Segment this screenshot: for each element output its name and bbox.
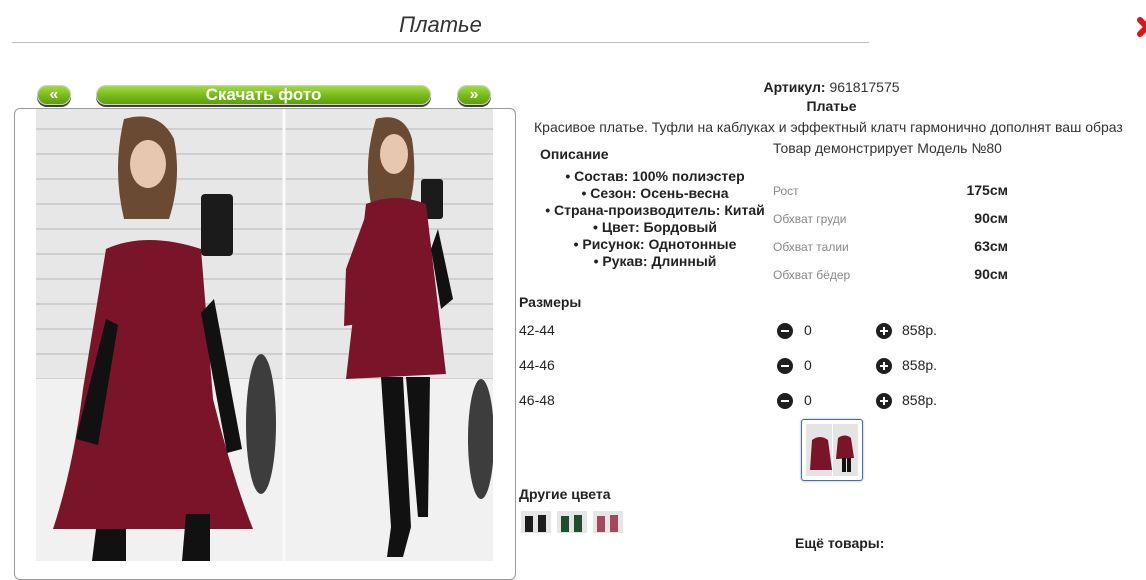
model-param-row: Обхват талии 63см [773,238,1008,258]
size-row: 44-46 0 858р. [519,357,949,377]
product-description: Красивое платье. Туфли на каблуках и эфф… [534,119,1123,135]
plus-icon[interactable] [876,393,892,409]
more-products-heading: Ещё товары: [795,535,885,551]
attribute-item: Цвет: Бордовый [520,219,790,236]
size-label: 44-46 [519,357,555,373]
product-photo-frame [14,108,516,580]
attribute-item: Страна-производитель: Китай [520,202,790,219]
color-swatch-green[interactable] [557,511,587,533]
page-title: Платье [399,12,482,37]
model-param-row: Рост 175см [773,182,1008,202]
attribute-item: Сезон: Осень-весна [520,185,790,202]
size-row: 42-44 0 858р. [519,322,949,342]
minus-icon[interactable] [777,393,793,409]
product-photo[interactable] [36,109,493,561]
model-param-row: Обхват бёдер 90см [773,266,1008,286]
size-price: 858р. [902,322,938,338]
attribute-list: Состав: 100% полиэстер Сезон: Осень-весн… [520,168,790,270]
size-price: 858р. [902,392,938,408]
close-icon[interactable] [1134,14,1146,44]
model-param-value: 90см [974,210,1008,226]
attribute-item: Состав: 100% полиэстер [520,168,790,185]
size-label: 42-44 [519,322,555,338]
quantity-value: 0 [804,357,812,373]
model-param-label: Обхват груди [773,212,847,226]
model-param-label: Рост [773,184,799,198]
size-price: 858р. [902,357,938,373]
plus-icon[interactable] [876,323,892,339]
color-swatch-pink[interactable] [593,511,623,533]
attribute-item: Рисунок: Однотонные [520,236,790,253]
photo-thumbnail[interactable] [801,419,863,481]
plus-icon[interactable] [876,358,892,374]
article-label: Артикул: [763,79,826,95]
article-value: 961817575 [829,79,900,95]
model-param-value: 175см [966,182,1008,198]
quantity-value: 0 [804,392,812,408]
other-colors-heading: Другие цвета [519,486,611,502]
attribute-item: Рукав: Длинный [520,253,790,270]
description-heading: Описание [540,146,609,162]
next-photo-button[interactable]: » [457,85,491,105]
model-param-row: Обхват груди 90см [773,210,1008,230]
sizes-heading: Размеры [519,294,582,310]
product-name: Платье [806,98,857,114]
prev-photo-button[interactable]: « [37,85,71,105]
color-swatch-black[interactable] [521,511,551,533]
quantity-value: 0 [804,322,812,338]
size-row: 46-48 0 858р. [519,392,949,412]
minus-icon[interactable] [777,358,793,374]
model-param-label: Обхват талии [773,240,849,254]
minus-icon[interactable] [777,323,793,339]
download-photo-button[interactable]: Скачать фото [96,85,431,105]
size-label: 46-48 [519,392,555,408]
model-param-value: 63см [974,238,1008,254]
article-line: Артикул: 961817575 [700,79,963,95]
title-divider [12,42,869,43]
model-heading: Товар демонстрирует Модель №80 [773,140,1002,156]
model-param-label: Обхват бёдер [773,268,851,282]
model-param-value: 90см [974,266,1008,282]
